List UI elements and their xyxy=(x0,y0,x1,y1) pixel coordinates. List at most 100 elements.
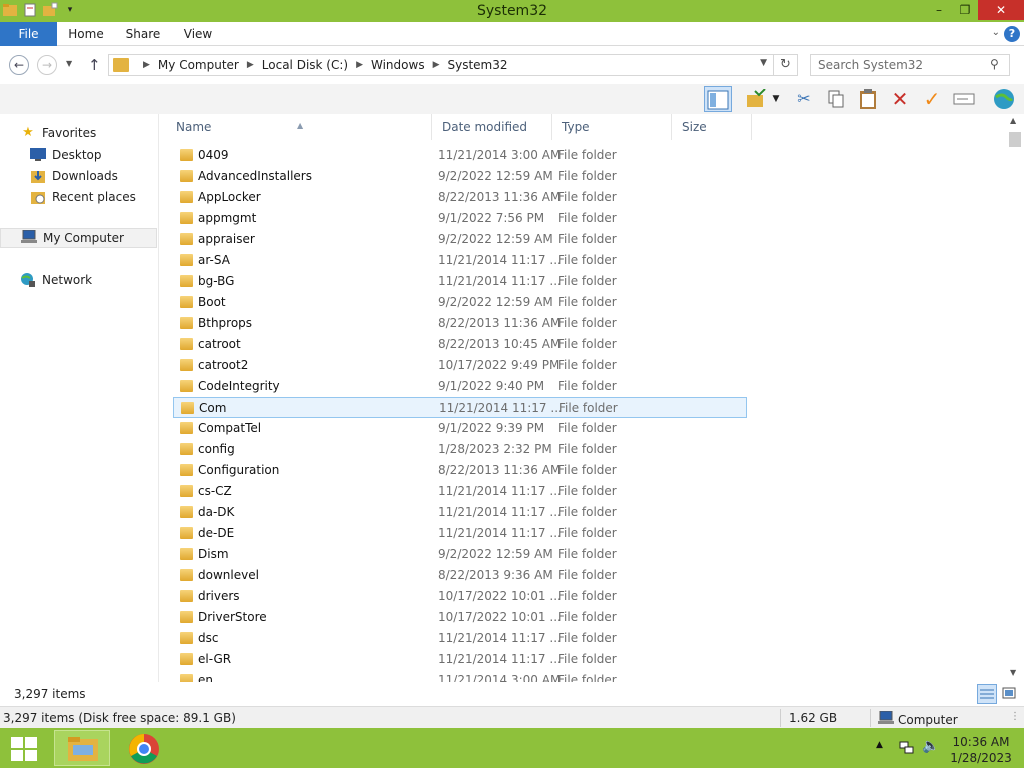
table-row[interactable]: de-DE 11/21/2014 11:17 ... File folder xyxy=(173,523,747,544)
start-button[interactable] xyxy=(11,737,37,761)
delete-icon[interactable]: ✕ xyxy=(886,86,914,112)
file-type: File folder xyxy=(558,484,617,498)
file-name: DriverStore xyxy=(198,610,267,624)
table-row[interactable]: Configuration 8/22/2013 11:36 AM File fold… xyxy=(173,460,747,481)
table-row[interactable]: CodeIntegrity 9/1/2022 9:40 PM File folder xyxy=(173,376,747,397)
forward-button[interactable]: → xyxy=(37,55,57,75)
file-name: cs-CZ xyxy=(198,484,232,498)
system-clock[interactable]: 10:36 AM 1/28/2023 xyxy=(948,734,1014,766)
tab-view[interactable]: View xyxy=(174,22,222,46)
network-tray-icon[interactable] xyxy=(898,739,914,768)
folder-icon xyxy=(180,485,193,497)
table-row[interactable]: el-GR 11/21/2014 11:17 ... File folder xyxy=(173,649,747,670)
globe-icon[interactable] xyxy=(990,86,1018,112)
volume-icon[interactable]: 🔈 xyxy=(922,738,939,768)
table-row[interactable]: ar-SA 11/21/2014 11:17 ... File folder xyxy=(173,250,747,271)
column-header-type[interactable]: Type xyxy=(552,114,672,140)
table-row[interactable]: cs-CZ 11/21/2014 11:17 ... File folder xyxy=(173,481,747,502)
file-date-modified: 9/1/2022 9:40 PM xyxy=(438,379,545,393)
nav-downloads[interactable]: Downloads xyxy=(30,166,118,186)
table-row[interactable]: DriverStore 10/17/2022 10:01 ... File fold… xyxy=(173,607,747,628)
breadcrumb-system32[interactable]: System32 xyxy=(448,58,508,72)
taskbar-file-explorer[interactable] xyxy=(54,730,110,766)
vertical-scrollbar[interactable]: ▲ ▼ xyxy=(1006,114,1024,682)
table-row[interactable]: en 11/21/2014 3:00 AM File folder xyxy=(173,670,747,682)
paste-icon[interactable] xyxy=(854,86,882,112)
file-type: File folder xyxy=(558,589,617,603)
checkmark-icon[interactable]: ✓ xyxy=(918,86,946,112)
pane-splitter[interactable] xyxy=(158,114,165,682)
nav-desktop[interactable]: Desktop xyxy=(30,145,102,165)
search-icon[interactable]: ⚲ xyxy=(990,57,999,71)
table-row[interactable]: drivers 10/17/2022 10:01 ... File folder xyxy=(173,586,747,607)
back-button[interactable]: ← xyxy=(9,55,29,75)
table-row[interactable]: da-DK 11/21/2014 11:17 ... File folder xyxy=(173,502,747,523)
nav-favorites[interactable]: ★ Favorites xyxy=(20,123,96,143)
chevron-down-icon[interactable]: ▼ xyxy=(768,86,784,112)
close-button[interactable]: ✕ xyxy=(978,0,1024,20)
breadcrumb-windows[interactable]: Windows xyxy=(371,58,425,72)
details-view-button[interactable] xyxy=(977,684,997,704)
nav-network[interactable]: Network xyxy=(20,270,92,290)
scroll-up-icon[interactable]: ▲ xyxy=(1010,116,1016,125)
tray-overflow-icon[interactable]: ▲ xyxy=(876,740,883,768)
table-row[interactable]: dsc 11/21/2014 11:17 ... File folder xyxy=(173,628,747,649)
scroll-thumb[interactable] xyxy=(1009,132,1021,147)
breadcrumb-separator-icon[interactable]: ▶ xyxy=(247,60,254,70)
column-header-size[interactable]: Size xyxy=(672,114,752,140)
column-header-name[interactable]: Name ▲ xyxy=(166,114,432,140)
refresh-button[interactable]: ↻ xyxy=(774,54,798,76)
file-type: File folder xyxy=(558,631,617,645)
table-row[interactable]: Com 11/21/2014 11:17 ... File folder xyxy=(173,397,747,418)
scroll-down-icon[interactable]: ▼ xyxy=(1010,668,1016,677)
copy-icon[interactable] xyxy=(822,86,850,112)
folder-icon xyxy=(180,380,193,392)
tab-file[interactable]: File xyxy=(0,22,57,46)
minimize-button[interactable]: – xyxy=(926,0,952,20)
nav-network-label: Network xyxy=(42,273,93,287)
nav-my-computer[interactable]: My Computer xyxy=(0,228,157,248)
table-row[interactable]: appmgmt 9/1/2022 7:56 PM File folder xyxy=(173,208,747,229)
table-row[interactable]: catroot2 10/17/2022 9:49 PM File folder xyxy=(173,355,747,376)
address-bar[interactable]: ▶ My Computer ▶ Local Disk (C:) ▶ Window… xyxy=(108,54,774,76)
up-button[interactable]: ↑ xyxy=(88,56,101,74)
table-row[interactable]: AppLocker 8/22/2013 11:36 AM File folder xyxy=(173,187,747,208)
folder-icon xyxy=(180,569,193,581)
nav-desktop-label: Desktop xyxy=(52,148,102,162)
cut-icon[interactable]: ✂ xyxy=(790,86,818,112)
search-input[interactable]: Search System32 xyxy=(810,54,1010,76)
table-row[interactable]: appraiser 9/2/2022 12:59 AM File folder xyxy=(173,229,747,250)
table-row[interactable]: config 1/28/2023 2:32 PM File folder xyxy=(173,439,747,460)
resize-grip-icon[interactable]: ⋮ xyxy=(1010,711,1020,722)
address-dropdown-icon[interactable]: ▼ xyxy=(760,58,767,68)
table-row[interactable]: Bthprops 8/22/2013 11:36 AM File folder xyxy=(173,313,747,334)
table-row[interactable]: Dism 9/2/2022 12:59 AM File folder xyxy=(173,544,747,565)
restore-button[interactable]: ❐ xyxy=(952,0,978,20)
breadcrumb-my-computer[interactable]: My Computer xyxy=(158,58,239,72)
taskbar-chrome[interactable] xyxy=(116,730,172,766)
expand-ribbon-icon[interactable]: ⌄ xyxy=(992,27,1000,38)
large-icons-view-button[interactable] xyxy=(999,684,1019,704)
tab-share[interactable]: Share xyxy=(118,22,168,46)
table-row[interactable]: catroot 8/22/2013 10:45 AM File folder xyxy=(173,334,747,355)
file-type: File folder xyxy=(558,253,617,267)
recent-locations-chevron-icon[interactable]: ▼ xyxy=(66,59,72,68)
help-button[interactable]: ? xyxy=(1004,26,1020,42)
table-row[interactable]: AdvancedInstallers 9/2/2022 12:59 AM File … xyxy=(173,166,747,187)
breadcrumb-local-disk[interactable]: Local Disk (C:) xyxy=(262,58,348,72)
breadcrumb-separator-icon[interactable]: ▶ xyxy=(356,60,363,70)
table-row[interactable]: CompatTel 9/1/2022 9:39 PM File folder xyxy=(173,418,747,439)
file-name: bg-BG xyxy=(198,274,235,288)
rename-icon[interactable] xyxy=(950,86,978,112)
nav-recent-places[interactable]: Recent places xyxy=(30,187,136,207)
table-row[interactable]: downlevel 8/22/2013 9:36 AM File folder xyxy=(173,565,747,586)
preview-pane-button[interactable] xyxy=(704,86,732,112)
tab-home[interactable]: Home xyxy=(60,22,112,46)
table-row[interactable]: bg-BG 11/21/2014 11:17 ... File folder xyxy=(173,271,747,292)
column-header-date-modified[interactable]: Date modified xyxy=(432,114,552,140)
folder-options-icon[interactable] xyxy=(742,86,770,112)
table-row[interactable]: Boot 9/2/2022 12:59 AM File folder xyxy=(173,292,747,313)
breadcrumb-separator-icon[interactable]: ▶ xyxy=(433,60,440,70)
breadcrumb-separator-icon[interactable]: ▶ xyxy=(143,60,150,70)
table-row[interactable]: 0409 11/21/2014 3:00 AM File folder xyxy=(173,145,747,166)
